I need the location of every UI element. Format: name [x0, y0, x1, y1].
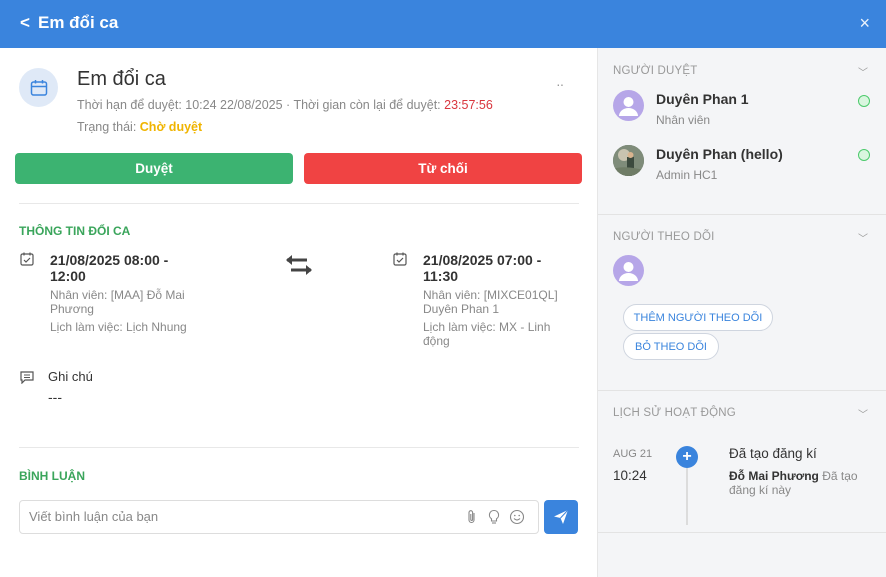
chevron-down-icon[interactable]: ﹀ — [858, 406, 868, 421]
more-options-button[interactable]: ·· — [556, 76, 564, 92]
history-title: LỊCH SỬ HOẠT ĐỘNG — [613, 407, 736, 419]
from-shift-schedule-line1: Lịch làm việc: Lịch Nhung — [50, 320, 187, 334]
remaining-time: 23:57:56 — [444, 98, 493, 112]
note-icon — [20, 371, 34, 384]
approver-name: Duyên Phan (hello) — [656, 146, 783, 162]
to-shift-time-line1: 21/08/2025 07:00 - — [423, 252, 542, 268]
avatar — [613, 145, 644, 176]
lightbulb-icon[interactable] — [486, 509, 502, 525]
send-icon — [554, 509, 569, 524]
deadline-text: Thời hạn để duyệt: 10:24 22/08/2025 · Th… — [77, 98, 493, 112]
avatar — [613, 90, 644, 121]
modal-title: Em đổi ca — [38, 13, 119, 32]
to-shift-schedule-line1: Lịch làm việc: MX - Linh — [423, 320, 551, 334]
history-action: Đã tạo đăng kí — [729, 446, 817, 461]
sidebar: NGƯỜI DUYỆT ﹀ Duyên Phan 1 Nhân viên Duy… — [597, 48, 886, 577]
plus-icon: + — [676, 446, 698, 468]
status-text: Trạng thái: Chờ duyệt — [77, 120, 202, 134]
divider — [598, 532, 886, 533]
approver-role: Nhân viên — [656, 113, 711, 127]
calendar-icon — [19, 68, 58, 107]
to-shift-time-line2: 11:30 — [423, 268, 459, 284]
note-value: --- — [48, 389, 62, 405]
followers-title: NGƯỜI THEO DÕI — [613, 231, 715, 243]
history-time: 10:24 — [613, 468, 647, 483]
calendar-check-icon — [20, 252, 34, 266]
divider — [598, 390, 886, 391]
add-follower-button[interactable]: THÊM NGƯỜI THEO DÕI — [623, 304, 773, 331]
avatar — [613, 255, 644, 286]
reject-button[interactable]: Từ chối — [304, 153, 582, 184]
chevron-down-icon[interactable]: ﹀ — [858, 64, 868, 79]
unfollow-button[interactable]: BỎ THEO DÕI — [623, 333, 719, 360]
approvers-title: NGƯỜI DUYỆT — [613, 65, 698, 77]
comments-title: BÌNH LUẬN — [19, 469, 85, 483]
to-shift-schedule-line2: động — [423, 334, 450, 348]
swap-icon — [286, 255, 312, 275]
divider — [19, 203, 579, 204]
comment-input[interactable] — [29, 509, 449, 524]
request-detail-panel: Em đổi ca Thời hạn để duyệt: 10:24 22/08… — [0, 48, 597, 577]
from-shift-employee-line1: Nhân viên: [MAA] Đỗ Mai — [50, 288, 185, 302]
back-button[interactable]: < — [20, 13, 30, 33]
status-badge: Chờ duyệt — [139, 120, 203, 134]
approve-button[interactable]: Duyệt — [15, 153, 293, 184]
emoji-icon[interactable] — [509, 509, 525, 525]
history-actor: Đỗ Mai Phương — [729, 469, 819, 483]
timeline-line — [686, 468, 688, 525]
to-shift: 21/08/2025 07:00 - 11:30 Nhân viên: [MIX… — [423, 252, 583, 348]
note-label: Ghi chú — [48, 369, 93, 384]
approver-name: Duyên Phan 1 — [656, 91, 749, 107]
from-shift-time-line1: 21/08/2025 08:00 - — [50, 252, 169, 268]
approver-role: Admin HC1 — [656, 168, 718, 182]
from-shift-time-line2: 12:00 — [50, 268, 86, 284]
history-date: AUG 21 — [613, 448, 653, 460]
to-shift-employee-line2: Duyên Phan 1 — [423, 302, 500, 316]
from-shift: 21/08/2025 08:00 - 12:00 Nhân viên: [MAA… — [50, 252, 250, 334]
request-title: Em đổi ca — [77, 68, 166, 90]
modal-header: < Em đổi ca × — [0, 0, 886, 48]
divider — [19, 447, 579, 448]
to-shift-employee-line1: Nhân viên: [MIXCE01QL] — [423, 288, 558, 302]
status-label: Trạng thái: — [77, 120, 137, 134]
history-detail: Đỗ Mai Phương Đã tạo đăng kí này — [729, 469, 879, 497]
shift-info-title: THÔNG TIN ĐỔI CA — [19, 224, 131, 238]
deadline-label: Thời hạn để duyệt: 10:24 22/08/2025 · Th… — [77, 98, 441, 112]
online-status-icon — [858, 95, 870, 107]
close-button[interactable]: × — [859, 13, 870, 34]
from-shift-employee-line2: Phương — [50, 302, 94, 316]
comment-box — [19, 500, 539, 534]
paperclip-icon[interactable] — [464, 509, 480, 525]
calendar-check-icon — [393, 252, 407, 266]
online-status-icon — [858, 149, 870, 161]
send-button[interactable] — [544, 500, 578, 534]
divider — [598, 214, 886, 215]
chevron-down-icon[interactable]: ﹀ — [858, 230, 868, 245]
